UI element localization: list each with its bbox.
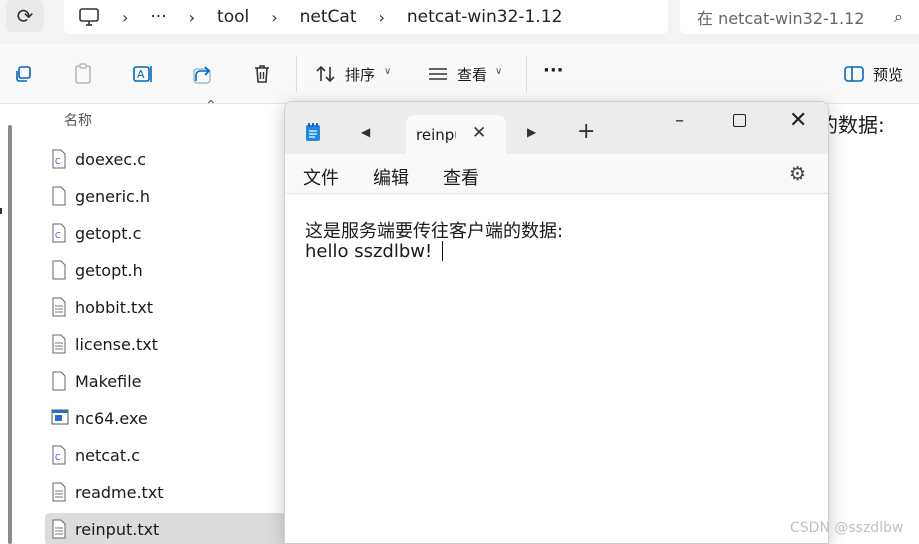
file-item[interactable]: readme.txt (45, 476, 285, 508)
copy-icon[interactable] (11, 62, 35, 86)
file-name: Makefile (75, 371, 142, 391)
search-input[interactable]: 在 netcat-win32-1.12 ⌕ (680, 0, 919, 34)
c-source-file-icon: C (51, 445, 67, 465)
sort-button[interactable]: 排序 (345, 64, 375, 85)
file-name: readme.txt (75, 482, 164, 502)
chevron-right-icon: › (378, 7, 385, 27)
maximize-icon[interactable] (733, 114, 746, 127)
notepad-window: ◀ reinput ✕ ▶ + – ✕ 文件 编辑 查看 ⚙ 这是服务端要传往客… (284, 101, 829, 544)
this-pc-icon (79, 8, 99, 26)
command-bar: A 排序 ∨ 查看 ∨ ··· 预览 (0, 44, 919, 104)
executable-icon (51, 408, 69, 428)
chevron-right-icon: › (122, 7, 129, 27)
chevron-down-icon: ∨ (384, 66, 392, 77)
share-icon[interactable] (191, 62, 215, 86)
text-file-icon (51, 482, 67, 502)
menu-bar: 文件 编辑 查看 ⚙ (285, 154, 828, 194)
close-window-icon[interactable]: ✕ (789, 108, 807, 133)
c-source-file-icon: C (51, 149, 67, 169)
refresh-button[interactable]: ⟳ (6, 0, 44, 32)
sort-icon[interactable] (314, 62, 338, 86)
preview-button[interactable]: 预览 (873, 64, 903, 85)
svg-text:C: C (55, 157, 61, 166)
editor-line-2: hello sszdlbw! (305, 241, 444, 262)
file-item[interactable]: Makefile (45, 365, 285, 397)
divider (296, 56, 297, 92)
file-item[interactable]: hobbit.txt (45, 291, 285, 323)
chevron-right-icon: › (271, 7, 278, 27)
file-item[interactable]: getopt.h (45, 254, 285, 286)
watermark: CSDN @sszdlbw (790, 520, 904, 536)
header-file-icon (51, 186, 67, 206)
delete-icon[interactable] (250, 62, 274, 86)
editor-line-2-text: hello sszdlbw! (305, 241, 433, 262)
nav-pane-edge (0, 208, 2, 214)
file-name: reinput.txt (75, 519, 160, 539)
file-name: nc64.exe (75, 408, 148, 428)
rename-icon[interactable]: A (131, 62, 155, 86)
file-item[interactable]: nc64.exe (45, 402, 285, 434)
file-item[interactable]: Cdoexec.c (45, 143, 285, 175)
breadcrumb-tool[interactable]: tool (217, 7, 249, 27)
address-row: ⟳ › ··· › tool › netCat › netcat-win32-1… (0, 0, 919, 44)
scrollbar[interactable] (8, 125, 12, 544)
file-name: getopt.c (75, 223, 142, 243)
svg-text:A: A (137, 68, 145, 81)
menu-edit[interactable]: 编辑 (373, 164, 409, 190)
header-file-icon (51, 260, 67, 280)
close-tab-icon[interactable]: ✕ (472, 123, 486, 143)
text-file-icon (51, 334, 67, 354)
divider (526, 56, 527, 92)
file-name: getopt.h (75, 260, 143, 280)
c-source-file-icon: C (51, 223, 67, 243)
file-name: license.txt (75, 334, 158, 354)
menu-view[interactable]: 查看 (443, 164, 479, 190)
file-item[interactable]: Cgetopt.c (45, 217, 285, 249)
address-bar[interactable]: › ··· › tool › netCat › netcat-win32-1.1… (64, 0, 668, 34)
file-item-selected[interactable]: reinput.txt (45, 513, 285, 544)
tab-reinput[interactable]: reinput ✕ (406, 115, 506, 155)
notepad-app-icon (306, 123, 320, 141)
breadcrumb-current-folder[interactable]: netcat-win32-1.12 (407, 7, 562, 27)
scroll-tabs-left-icon[interactable]: ◀ (361, 125, 370, 139)
file-name: netcat.c (75, 445, 141, 465)
search-placeholder: 在 netcat-win32-1.12 (697, 9, 865, 28)
menu-file[interactable]: 文件 (303, 164, 339, 190)
breadcrumb-overflow[interactable]: ··· (150, 7, 166, 27)
minimize-icon[interactable]: – (675, 110, 684, 131)
file-name: hobbit.txt (75, 297, 154, 317)
settings-gear-icon[interactable]: ⚙ (789, 163, 806, 185)
more-options-button[interactable]: ··· (543, 60, 564, 81)
file-icon (51, 371, 67, 391)
breadcrumb-netcat[interactable]: netCat (300, 7, 357, 27)
chevron-right-icon: › (188, 7, 196, 27)
svg-text:C: C (55, 231, 61, 240)
refresh-icon: ⟳ (16, 4, 34, 28)
editor-line-1: 这是服务端要传往客户端的数据: (305, 221, 564, 242)
new-tab-icon[interactable]: + (577, 119, 595, 144)
text-editor[interactable]: 这是服务端要传往客户端的数据: hello sszdlbw! (285, 195, 828, 543)
scroll-tabs-right-icon[interactable]: ▶ (527, 125, 536, 139)
sort-ascending-icon: ⌃ (205, 98, 217, 114)
search-icon: ⌕ (894, 7, 903, 26)
title-bar[interactable]: ◀ reinput ✕ ▶ + – ✕ (285, 102, 828, 155)
view-icon[interactable] (426, 62, 450, 86)
file-item[interactable]: generic.h (45, 180, 285, 212)
svg-text:C: C (55, 453, 61, 462)
column-header-name[interactable]: 名称 (64, 110, 92, 130)
preview-pane-icon[interactable] (842, 62, 866, 86)
text-caret (442, 241, 444, 261)
chevron-down-icon: ∨ (495, 66, 503, 77)
tab-label: reinput (416, 126, 456, 144)
text-file-icon (51, 297, 67, 317)
file-item[interactable]: Cnetcat.c (45, 439, 285, 471)
file-item[interactable]: license.txt (45, 328, 285, 360)
paste-icon[interactable] (71, 62, 95, 86)
text-file-icon (51, 519, 67, 539)
file-name: doexec.c (75, 149, 147, 169)
view-button[interactable]: 查看 (457, 64, 487, 85)
file-name: generic.h (75, 186, 151, 206)
